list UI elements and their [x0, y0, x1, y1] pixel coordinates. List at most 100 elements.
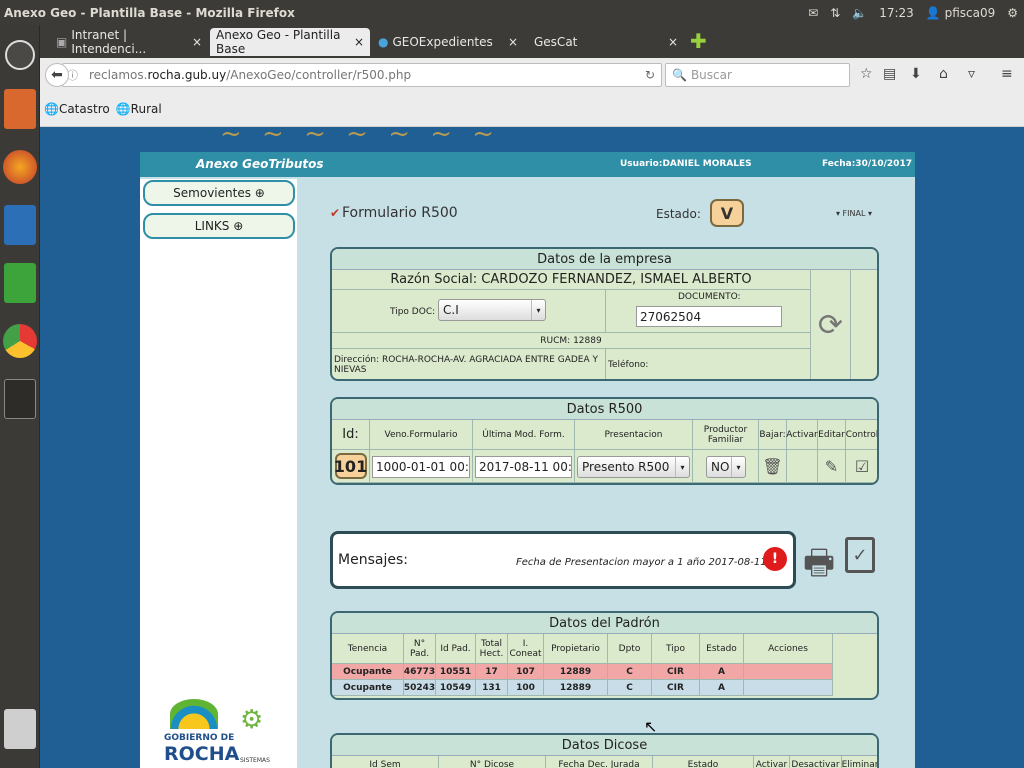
- padron-cell-acciones[interactable]: [744, 664, 833, 680]
- reload-icon[interactable]: ↻: [645, 68, 655, 82]
- r500-panel: Datos R500 Id: Veno.Formulario Última Mo…: [330, 397, 879, 485]
- window-title: Anexo Geo - Plantilla Base - Mozilla Fir…: [4, 5, 295, 20]
- r500-id: 101: [334, 453, 367, 479]
- back-button[interactable]: ⬅: [45, 63, 69, 87]
- r500-header-editar: Editar: [818, 420, 846, 450]
- dicose-header-fecha-dec: Fecha Dec. Jurada: [546, 756, 653, 768]
- network-icon[interactable]: ⇅: [830, 6, 840, 20]
- padron-header-id-pad: Id Pad.: [436, 634, 476, 664]
- padron-cell-estado: A: [700, 680, 744, 696]
- print-icon[interactable]: 🖶: [803, 539, 835, 596]
- chrome-icon[interactable]: [2, 317, 37, 365]
- home-icon[interactable]: ⌂: [939, 66, 948, 82]
- tab-gescat[interactable]: GesCat ×: [528, 28, 684, 56]
- app-header: Anexo GeoTributos Usuario:DANIEL MORALES…: [140, 152, 915, 177]
- r500-header-ultima: Última Mod. Form.: [473, 420, 575, 450]
- edit-icon[interactable]: ✎: [818, 450, 846, 483]
- links-button[interactable]: LINKS ⊕: [143, 213, 295, 239]
- checklist-icon[interactable]: ☑: [846, 450, 877, 483]
- calendar-check-icon[interactable]: ✓: [845, 537, 875, 573]
- clock[interactable]: 17:23: [879, 6, 914, 20]
- user-menu[interactable]: 👤 pfisca09: [926, 6, 995, 20]
- firefox-icon[interactable]: [2, 143, 37, 191]
- workspace-icon[interactable]: [2, 375, 37, 423]
- presentacion-select[interactable]: Presento R500 ▾: [577, 456, 690, 478]
- tipo-doc-select[interactable]: C.I ▾: [438, 299, 546, 321]
- volume-icon[interactable]: 🔈: [852, 6, 867, 20]
- final-dropdown[interactable]: ▾ FINAL ▾: [836, 209, 872, 218]
- close-icon[interactable]: ×: [508, 35, 518, 49]
- url-bar[interactable]: ⓘ reclamos. rocha.gub.uy/AnexoGeo/control…: [62, 63, 662, 87]
- bookmark-rural[interactable]: 🌐Rural: [116, 102, 162, 116]
- close-icon[interactable]: ×: [354, 35, 364, 49]
- bookmark-star-icon[interactable]: ☆: [860, 66, 873, 82]
- dicose-title: Datos Dicose: [332, 735, 877, 756]
- tab-anexo-geo[interactable]: Anexo Geo - Plantilla Base ×: [210, 28, 370, 56]
- bookmark-label: Catastro: [58, 102, 110, 116]
- trash-icon[interactable]: [2, 705, 37, 753]
- close-icon[interactable]: ×: [668, 35, 678, 49]
- app-sidebar: Semovientes ⊕ LINKS ⊕ GOBIERNO DE ROCHA …: [140, 179, 297, 768]
- alert-icon: !: [763, 547, 787, 571]
- mensajes-box: Mensajes: Fecha de Presentacion mayor a …: [330, 531, 796, 589]
- bookmark-catastro[interactable]: 🌐Catastro: [44, 102, 110, 116]
- chevron-down-icon: ▾: [531, 300, 545, 320]
- logo-line2: ROCHA: [164, 743, 240, 765]
- nav-bar: ⓘ reclamos. rocha.gub.uy/AnexoGeo/control…: [40, 58, 1024, 92]
- mouse-cursor: ↖: [644, 717, 658, 736]
- semovientes-button[interactable]: Semovientes ⊕: [143, 180, 295, 206]
- productor-select[interactable]: NO ▾: [706, 456, 746, 478]
- padron-cell-tenencia: Ocupante: [332, 680, 404, 696]
- empresa-title: Datos de la empresa: [332, 249, 877, 270]
- files-icon[interactable]: [2, 85, 37, 133]
- search-placeholder: Buscar: [690, 68, 732, 82]
- close-icon[interactable]: ×: [192, 35, 202, 49]
- calc-icon[interactable]: [2, 259, 37, 307]
- search-input[interactable]: 🔍 Buscar: [665, 63, 850, 87]
- tab-geoexpedientes[interactable]: ● GEOExpedientes ×: [372, 28, 524, 56]
- main-content: ✔ Formulario R500 Estado: V ▾ FINAL ▾ Da…: [300, 179, 915, 768]
- power-icon[interactable]: ⚙: [1007, 6, 1018, 20]
- page-icon: ●: [378, 35, 389, 49]
- r500-header-activar: Activar: [786, 420, 818, 450]
- pocket-icon[interactable]: ▿: [968, 66, 975, 82]
- tipo-doc-cell: Tipo DOC: C.I ▾: [332, 290, 606, 333]
- razon-social: Razón Social: CARDOZO FERNANDEZ, ISMAEL …: [332, 270, 811, 290]
- presentacion-value: Presento R500: [582, 460, 670, 474]
- new-tab-icon[interactable]: ✚: [690, 29, 707, 53]
- writer-icon[interactable]: [2, 201, 37, 249]
- ubuntu-dash-icon[interactable]: [2, 31, 37, 79]
- tab-label: Anexo Geo - Plantilla Base: [216, 28, 341, 56]
- app-date: Fecha:30/10/2017: [822, 159, 912, 169]
- padron-cell-n-pad: 46773: [404, 664, 436, 680]
- menu-icon[interactable]: ≡: [1001, 66, 1013, 82]
- refresh-icon[interactable]: ⟳: [811, 270, 851, 379]
- mail-icon[interactable]: ✉: [808, 6, 818, 20]
- r500-productor-cell: NO ▾: [693, 450, 759, 483]
- tab-bar: ▣ Intranet | Intendenci... × Anexo Geo -…: [40, 25, 1024, 58]
- padron-cell-dpto: C: [608, 664, 652, 680]
- tab-intranet[interactable]: ▣ Intranet | Intendenci... ×: [50, 28, 208, 56]
- padron-cell-tipo: CIR: [652, 664, 700, 680]
- tipo-doc-value: C.I: [443, 303, 459, 317]
- r500-header-presentacion: Presentacion: [575, 420, 693, 450]
- download-icon[interactable]: ⬇: [910, 66, 922, 82]
- r500-header-control: Control: [846, 420, 877, 450]
- ultima-mod-field[interactable]: 2017-08-11 00:00:00: [475, 456, 572, 478]
- documento-field[interactable]: 27062504: [636, 306, 782, 327]
- padron-cell-acciones[interactable]: [744, 680, 833, 696]
- r500-veno-cell: 1000-01-01 00:00:00: [370, 450, 473, 483]
- dicose-header-desactivar: Desactivar: [790, 756, 842, 768]
- documento-cell: DOCUMENTO: 27062504: [606, 290, 811, 333]
- trash-icon[interactable]: 🗑: [759, 450, 787, 483]
- mensajes-text: Fecha de Presentacion mayor a 1 año 2017…: [516, 557, 767, 568]
- system-tray: ✉ ⇅ 🔈 17:23 👤 pfisca09 ⚙: [808, 0, 1018, 25]
- padron-header-n-pad: N° Pad.: [404, 634, 436, 664]
- url-prefix: reclamos.: [89, 68, 148, 82]
- reading-list-icon[interactable]: ▤: [883, 66, 896, 82]
- padron-header-propietario: Propietario: [544, 634, 608, 664]
- r500-header-bajar: Bajar:: [759, 420, 787, 450]
- veno-field[interactable]: 1000-01-01 00:00:00: [372, 456, 470, 478]
- estado-badge: V: [710, 199, 744, 227]
- sistemas-label: SISTEMAS: [240, 757, 270, 764]
